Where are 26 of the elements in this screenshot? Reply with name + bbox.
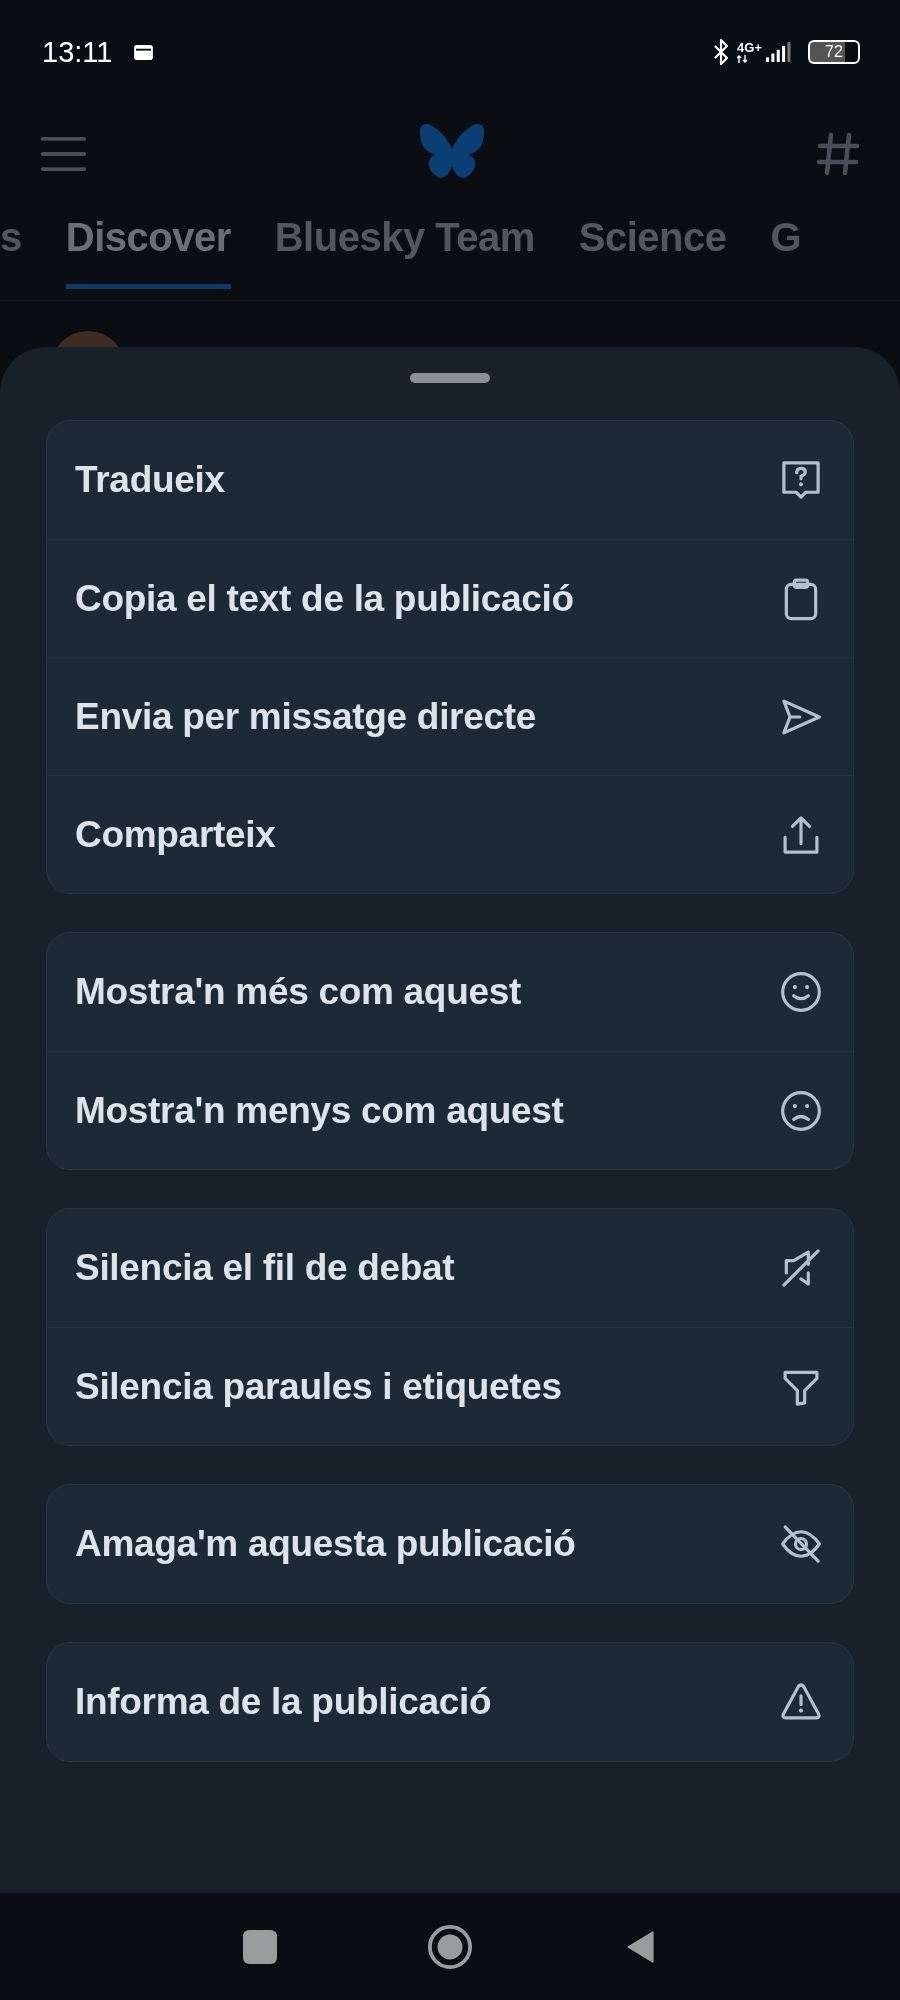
question-bubble-icon [779, 458, 823, 502]
menu-item[interactable]: Envia per missatge directe [47, 657, 853, 775]
bluetooth-icon [713, 38, 730, 66]
wallet-icon [134, 44, 154, 60]
recents-icon[interactable] [243, 1929, 277, 1964]
home-icon[interactable] [427, 1923, 473, 1970]
battery-indicator: 72 [808, 40, 860, 64]
drag-handle[interactable] [410, 373, 490, 383]
network-type: 4G+ [737, 41, 762, 55]
clock: 13:11 [42, 35, 113, 69]
menu-item[interactable]: Silencia paraules i etiquetes [47, 1327, 853, 1445]
smiley-icon [779, 970, 823, 1014]
menu-item[interactable]: Informa de la publicació [47, 1643, 853, 1761]
muted-speaker-icon [779, 1246, 823, 1290]
menu-item[interactable]: Silencia el fil de debat [47, 1209, 853, 1327]
data-arrows-icon [737, 55, 750, 63]
menu-item[interactable]: Tradueix [47, 421, 853, 539]
menu-item[interactable]: Amaga'm aquesta publicació [47, 1485, 853, 1603]
menu-item[interactable]: Mostra'n més com aquest [47, 933, 853, 1051]
frown-icon [779, 1088, 823, 1133]
menu-item[interactable]: Mostra'n menys com aquest [47, 1051, 853, 1169]
tab[interactable]: Discover [65, 204, 231, 289]
menu-item[interactable]: Copia el text de la publicació [47, 539, 853, 657]
menu-item[interactable]: Comparteix [47, 775, 853, 893]
eye-crossed-icon [779, 1522, 823, 1566]
signal-icon [766, 41, 792, 63]
